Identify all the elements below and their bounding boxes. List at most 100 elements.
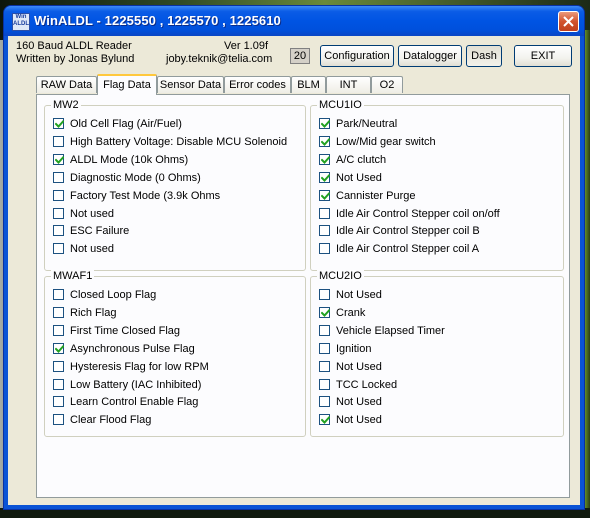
checkbox[interactable] [53, 378, 64, 390]
checkbox[interactable] [53, 135, 64, 147]
checkbox-label: Hysteresis Flag for low RPM [70, 360, 209, 373]
group-mcu1io: MCU1IO Park/Neutral Low/Mid gear switch A/… [310, 99, 564, 271]
checkbox-label: ESC Failure [70, 225, 130, 238]
checkbox-label: Park/Neutral [336, 118, 398, 130]
checkbox[interactable] [53, 289, 64, 300]
group-title-mcu2io: MCU2IO [317, 270, 364, 282]
checkbox-label: Learn Control Enable Flag [70, 396, 199, 409]
checkbox[interactable] [319, 243, 330, 255]
checkbox[interactable] [53, 171, 64, 183]
checkbox[interactable] [319, 342, 330, 354]
checkbox[interactable] [53, 342, 64, 354]
checkbox[interactable] [319, 135, 330, 147]
tab-raw-data[interactable]: RAW Data [36, 76, 97, 93]
checkbox-label: First Time Closed Flag [70, 324, 181, 337]
tab-o2[interactable]: O2 [371, 76, 403, 93]
app-window: Win ALDL WinALDL - 1225550 , 1225570 , 1… [4, 6, 584, 509]
checkbox-label: ALDL Mode (10k Ohms) [70, 153, 189, 166]
background-shadow [0, 508, 590, 518]
checkbox[interactable] [53, 324, 64, 336]
checkbox-label: Vehicle Elapsed Timer [336, 324, 445, 337]
dash-button[interactable]: Dash [466, 45, 502, 67]
checkbox[interactable] [319, 118, 330, 129]
checkbox[interactable] [53, 189, 64, 201]
app-icon[interactable]: Win ALDL [12, 13, 30, 31]
flag-data-panel: MW2 Old Cell Flag (Air/Fuel) High Battery… [36, 94, 570, 498]
checkbox-label: High Battery Voltage: Disable MCU Soleno… [70, 135, 288, 148]
checkbox-label: Cannister Purge [336, 189, 416, 202]
window-client: 160 Baud ALDL Reader Written by Jonas By… [8, 36, 580, 505]
checkbox-label: Idle Air Control Stepper coil on/off [336, 207, 500, 220]
checkbox-label: Idle Air Control Stepper coil B [336, 225, 480, 238]
checkbox-label: Diagnostic Mode (0 Ohms) [70, 171, 201, 184]
checkbox-label: Rich Flag [70, 306, 117, 319]
checkbox-label: Not Used [336, 289, 382, 301]
checkbox-label: Closed Loop Flag [70, 289, 157, 301]
checkbox-label: Ignition [336, 342, 372, 355]
checkbox[interactable] [319, 189, 330, 201]
checkbox[interactable] [319, 171, 330, 183]
checkbox-label: Clear Flood Flag [70, 414, 152, 427]
checkbox-label: Not Used [336, 171, 382, 184]
checkbox[interactable] [319, 225, 330, 237]
checkbox[interactable] [319, 414, 330, 426]
checkbox-label: Asynchronous Pulse Flag [70, 342, 195, 355]
checkbox-label: Not Used [336, 360, 382, 373]
checkmark-icon [55, 120, 64, 128]
checkmark-icon [321, 416, 330, 425]
checkbox-label: TCC Locked [336, 378, 398, 391]
datalogger-button[interactable]: Datalogger [398, 45, 462, 67]
checkbox[interactable] [319, 153, 330, 165]
checkbox[interactable] [319, 306, 330, 318]
tab-error-codes[interactable]: Error codes [224, 76, 291, 93]
checkbox[interactable] [319, 289, 330, 300]
checkbox-label: Idle Air Control Stepper coil A [336, 243, 480, 256]
checkmark-icon [55, 344, 64, 353]
group-mcu2io: MCU2IO Not Used Crank Vehicle Elapsed Time… [310, 270, 564, 437]
tab-int[interactable]: INT [326, 76, 371, 93]
group-title-mw2: MW2 [51, 99, 81, 111]
checkbox[interactable] [53, 306, 64, 318]
window-title: WinALDL - 1225550 , 1225570 , 1225610 [34, 13, 281, 28]
checkmark-icon [321, 173, 330, 182]
checkbox[interactable] [319, 324, 330, 336]
configuration-button[interactable]: Configuration [320, 45, 394, 67]
checkbox-label: Crank [336, 306, 366, 319]
checkmark-icon [321, 191, 330, 200]
checkbox[interactable] [53, 153, 64, 165]
app-name-label: 160 Baud ALDL Reader [16, 40, 132, 52]
checkmark-icon [321, 120, 330, 128]
counter-display: 20 [290, 48, 310, 64]
checkbox[interactable] [53, 396, 64, 408]
close-button[interactable] [558, 11, 579, 32]
checkbox[interactable] [53, 243, 64, 255]
checkbox-label: A/C clutch [336, 153, 387, 166]
group-title-mwaf1: MWAF1 [51, 270, 95, 282]
email-label: joby.teknik@telia.com [166, 53, 273, 65]
exit-button[interactable]: EXIT [514, 45, 572, 67]
checkmark-icon [321, 137, 330, 146]
checkbox[interactable] [53, 118, 64, 129]
checkbox-label: Not used [70, 207, 115, 220]
tab-flag-data[interactable]: Flag Data [97, 74, 157, 95]
checkbox-label: Low/Mid gear switch [336, 135, 436, 148]
checkbox[interactable] [319, 360, 330, 372]
tab-sensor-data[interactable]: Sensor Data [157, 76, 224, 93]
checkbox[interactable] [319, 396, 330, 408]
version-label: Ver 1.09f [224, 40, 269, 52]
checkmark-icon [321, 308, 330, 317]
checkbox[interactable] [53, 414, 64, 426]
tab-blm[interactable]: BLM [291, 76, 326, 93]
checkbox[interactable] [319, 207, 330, 219]
title-bar[interactable]: Win ALDL WinALDL - 1225550 , 1225570 , 1… [4, 6, 584, 36]
checkbox[interactable] [319, 378, 330, 390]
group-title-mcu1io: MCU1IO [317, 99, 364, 111]
checkbox[interactable] [53, 360, 64, 372]
checkbox-label: Not used [70, 243, 115, 256]
checkbox[interactable] [53, 207, 64, 219]
checkbox[interactable] [53, 225, 64, 237]
checkbox-label: Factory Test Mode (3.9k Ohms [70, 189, 221, 202]
checkmark-icon [321, 155, 330, 164]
checkbox-label: Old Cell Flag (Air/Fuel) [70, 118, 182, 130]
author-label: Written by Jonas Bylund [16, 53, 135, 65]
